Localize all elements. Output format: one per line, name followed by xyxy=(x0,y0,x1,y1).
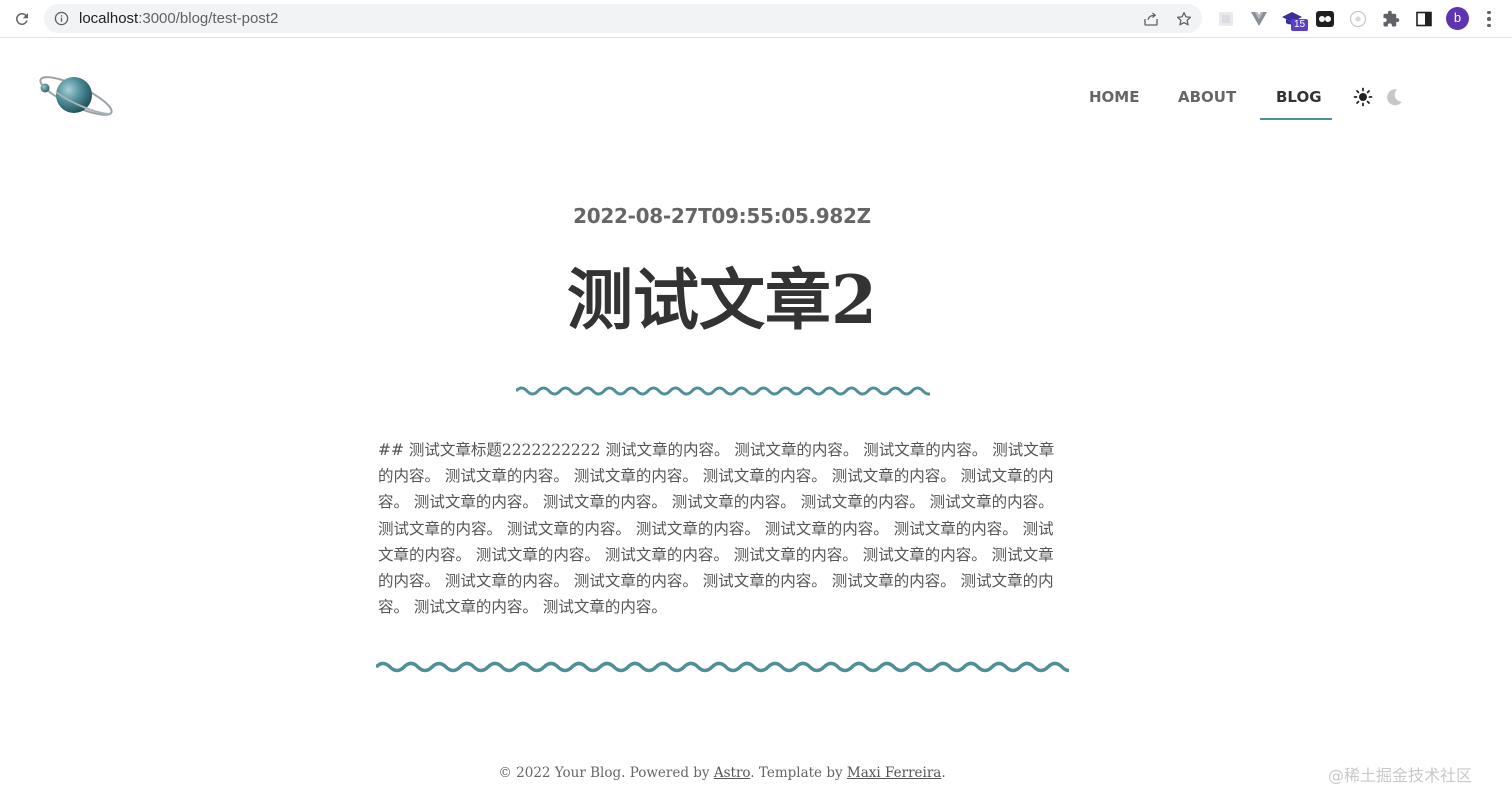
footer-middle: . Template by xyxy=(750,765,847,781)
url-text[interactable]: localhost:3000/blog/test-post2 xyxy=(79,10,278,27)
extension-grey-icon[interactable] xyxy=(1216,9,1236,29)
nav-blog[interactable]: BLOG xyxy=(1276,88,1322,106)
nav-active-indicator xyxy=(1260,118,1332,120)
wavy-divider-top xyxy=(516,386,930,396)
extension-badge: 15 xyxy=(1291,19,1308,31)
footer-prefix: © 2022 Your Blog. Powered by xyxy=(498,765,714,781)
post-content: ## 测试文章标题2222222222 测试文章的内容。 测试文章的内容。 测试… xyxy=(378,441,1055,617)
puzzle-extensions-icon[interactable] xyxy=(1381,9,1401,29)
footer: © 2022 Your Blog. Powered by Astro. Temp… xyxy=(0,765,1444,781)
nav-home[interactable]: HOME xyxy=(1089,88,1139,106)
vue-devtools-icon[interactable] xyxy=(1249,9,1269,29)
post-date: 2022-08-27T09:55:05.982Z xyxy=(573,204,871,228)
address-bar[interactable]: localhost:3000/blog/test-post2 xyxy=(44,4,1202,33)
footer-suffix: . xyxy=(941,765,946,781)
share-icon[interactable] xyxy=(1142,10,1160,28)
author-link[interactable]: Maxi Ferreira xyxy=(847,765,941,781)
reload-icon[interactable] xyxy=(12,9,32,29)
planet-logo[interactable] xyxy=(36,66,116,126)
side-panel-icon[interactable] xyxy=(1414,9,1434,29)
sun-icon[interactable] xyxy=(1353,87,1373,107)
info-icon[interactable] xyxy=(54,11,69,26)
browser-toolbar: localhost:3000/blog/test-post2 15 b xyxy=(0,0,1512,38)
bookmark-star-icon[interactable] xyxy=(1175,10,1193,28)
moon-icon[interactable] xyxy=(1384,87,1404,107)
astro-link[interactable]: Astro xyxy=(714,765,750,781)
post-title: 测试文章2 xyxy=(567,261,877,339)
url-path: :3000/blog/test-post2 xyxy=(138,10,279,27)
browser-menu-icon[interactable] xyxy=(1482,9,1496,29)
url-host: localhost xyxy=(79,10,139,27)
wavy-divider-bottom xyxy=(376,661,1069,673)
profile-avatar[interactable]: b xyxy=(1446,7,1469,30)
watermark: @稀土掘金技术社区 xyxy=(1328,766,1473,785)
nav-about[interactable]: ABOUT xyxy=(1178,88,1236,106)
flower-extension-icon[interactable] xyxy=(1348,9,1368,29)
dark-extension-icon[interactable] xyxy=(1315,9,1335,29)
graduation-cap-icon[interactable]: 15 xyxy=(1282,9,1308,31)
